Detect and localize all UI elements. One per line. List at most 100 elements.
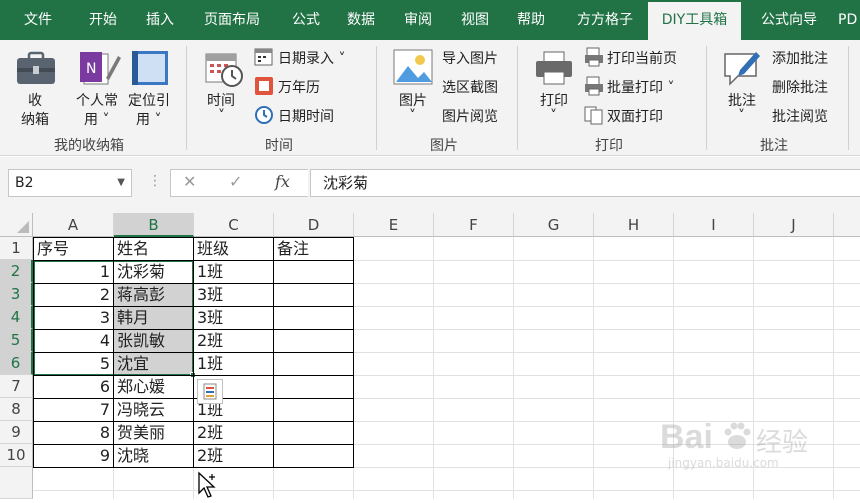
cell-c10[interactable]: 2班 xyxy=(194,444,273,467)
tab-page-layout[interactable]: 页面布局 xyxy=(195,0,269,40)
import-picture-button[interactable]: 导入图片 xyxy=(442,48,498,68)
row-header-4[interactable]: 4 xyxy=(0,306,33,329)
locate-label-1[interactable]: 定位引 xyxy=(128,90,170,110)
cell-d1[interactable]: 备注 xyxy=(274,237,353,260)
column-header-h[interactable]: H xyxy=(594,213,674,237)
column-header-k[interactable] xyxy=(834,213,860,237)
print-label[interactable]: 打印 xyxy=(540,90,568,110)
row-header-6[interactable]: 6 xyxy=(0,352,33,375)
tab-fangfang[interactable]: 方方格子 xyxy=(565,0,645,40)
cell-b10[interactable]: 沈晓 xyxy=(114,444,193,467)
cell-b6[interactable]: 沈宜 xyxy=(114,352,193,375)
tab-insert[interactable]: 插入 xyxy=(132,0,188,40)
book-icon[interactable] xyxy=(129,48,171,94)
comment-icon[interactable] xyxy=(722,48,762,92)
time-dropdown[interactable]: ˅ xyxy=(218,108,225,124)
tab-diy-toolbox[interactable]: DIY工具箱 xyxy=(648,2,741,40)
tab-file[interactable]: 文件 xyxy=(10,0,66,40)
cell-b1[interactable]: 姓名 xyxy=(114,237,193,260)
row-header-9[interactable]: 9 xyxy=(0,421,33,444)
column-header-a[interactable]: A xyxy=(33,213,114,237)
paste-options-button[interactable] xyxy=(197,379,223,404)
picture-dropdown[interactable]: ˅ xyxy=(409,108,416,124)
name-box-dropdown-icon[interactable]: ▼ xyxy=(117,170,125,196)
delete-comment-button[interactable]: 删除批注 xyxy=(772,77,828,97)
cell-b8[interactable]: 冯晓云 xyxy=(114,398,193,421)
row-header-8[interactable]: 8 xyxy=(0,398,33,421)
tab-home[interactable]: 开始 xyxy=(75,0,131,40)
row-header-7[interactable]: 7 xyxy=(0,375,33,398)
row-header-2[interactable]: 2 xyxy=(0,260,33,283)
tab-formula-wizard[interactable]: 公式向导 xyxy=(750,0,828,40)
name-box[interactable]: B2 ▼ xyxy=(8,169,132,197)
personal-label-1[interactable]: 个人常 xyxy=(76,90,118,110)
enter-icon[interactable]: ✓ xyxy=(229,172,242,191)
column-header-e[interactable]: E xyxy=(354,213,434,237)
printer-icon[interactable] xyxy=(534,50,574,90)
row-header-3[interactable]: 3 xyxy=(0,283,33,306)
cell-a10[interactable]: 9 xyxy=(34,444,113,467)
cell-c5[interactable]: 2班 xyxy=(194,329,273,352)
drag-handle-icon[interactable]: ⋮ xyxy=(148,173,162,189)
column-header-f[interactable]: F xyxy=(434,213,514,237)
duplex-print-button[interactable]: 双面打印 xyxy=(607,106,663,126)
cell-b7[interactable]: 郑心媛 xyxy=(114,375,193,398)
cell-a4[interactable]: 3 xyxy=(34,306,113,329)
column-header-d[interactable]: D xyxy=(274,213,354,237)
column-header-g[interactable]: G xyxy=(514,213,594,237)
cell-a8[interactable]: 7 xyxy=(34,398,113,421)
box-label-2[interactable]: 纳箱 xyxy=(21,109,49,129)
tab-help[interactable]: 帮助 xyxy=(503,0,559,40)
region-capture-button[interactable]: 选区截图 xyxy=(442,77,498,97)
row-header-1[interactable]: 1 xyxy=(0,237,33,260)
cell-a9[interactable]: 8 xyxy=(34,421,113,444)
cell-a2[interactable]: 1 xyxy=(34,260,113,283)
locate-label-2[interactable]: 用 ˅ xyxy=(136,109,161,129)
print-dropdown[interactable]: ˅ xyxy=(550,108,557,124)
row-header-11[interactable] xyxy=(0,467,33,499)
cell-a6[interactable]: 5 xyxy=(34,352,113,375)
personal-label-2[interactable]: 用 ˅ xyxy=(84,109,109,129)
row-header-10[interactable]: 10 xyxy=(0,444,33,467)
comment-dropdown[interactable]: ˅ xyxy=(738,108,745,124)
cell-b4[interactable]: 韩月 xyxy=(114,306,193,329)
cell-a5[interactable]: 4 xyxy=(34,329,113,352)
cell-a7[interactable]: 6 xyxy=(34,375,113,398)
tab-pdf[interactable]: PD xyxy=(838,0,860,40)
tab-data[interactable]: 数据 xyxy=(333,0,389,40)
date-entry-button[interactable]: 日期录入 ˅ xyxy=(278,48,345,68)
cancel-icon[interactable]: ✕ xyxy=(183,172,196,191)
picture-label[interactable]: 图片 xyxy=(399,90,427,110)
add-comment-button[interactable]: 添加批注 xyxy=(772,48,828,68)
tab-review[interactable]: 审阅 xyxy=(390,0,446,40)
cell-b3[interactable]: 蒋高彭 xyxy=(114,283,193,306)
cell-c9[interactable]: 2班 xyxy=(194,421,273,444)
perpetual-calendar-button[interactable]: 万年历 xyxy=(278,77,320,97)
cell-c4[interactable]: 3班 xyxy=(194,306,273,329)
tab-formulas[interactable]: 公式 xyxy=(278,0,334,40)
formula-input[interactable]: 沈彩菊 xyxy=(310,169,860,197)
box-label-1[interactable]: 收 xyxy=(28,90,42,110)
picture-browse-button[interactable]: 图片阅览 xyxy=(442,106,498,126)
column-header-b[interactable]: B xyxy=(114,213,194,237)
cell-c6[interactable]: 1班 xyxy=(194,352,273,375)
cell-b2[interactable]: 沈彩菊 xyxy=(114,260,193,283)
batch-print-button[interactable]: 批量打印 ˅ xyxy=(607,77,674,97)
cell-a3[interactable]: 2 xyxy=(34,283,113,306)
column-header-i[interactable]: I xyxy=(674,213,754,237)
select-all-corner[interactable] xyxy=(0,213,33,237)
notebook-icon[interactable]: N xyxy=(78,48,122,94)
comment-label[interactable]: 批注 xyxy=(728,90,756,110)
browse-comment-button[interactable]: 批注阅览 xyxy=(772,106,828,126)
cell-b5[interactable]: 张凯敏 xyxy=(114,329,193,352)
time-label[interactable]: 时间 xyxy=(207,90,235,110)
cell-a1[interactable]: 序号 xyxy=(34,237,113,260)
cell-c3[interactable]: 3班 xyxy=(194,283,273,306)
picture-icon[interactable] xyxy=(392,48,436,92)
calendar-clock-icon[interactable] xyxy=(204,50,244,92)
cell-c1[interactable]: 班级 xyxy=(194,237,273,260)
date-time-button[interactable]: 日期时间 xyxy=(278,106,334,126)
cell-c2[interactable]: 1班 xyxy=(194,260,273,283)
tab-view[interactable]: 视图 xyxy=(447,0,503,40)
print-current-page-button[interactable]: 打印当前页 xyxy=(607,48,677,68)
